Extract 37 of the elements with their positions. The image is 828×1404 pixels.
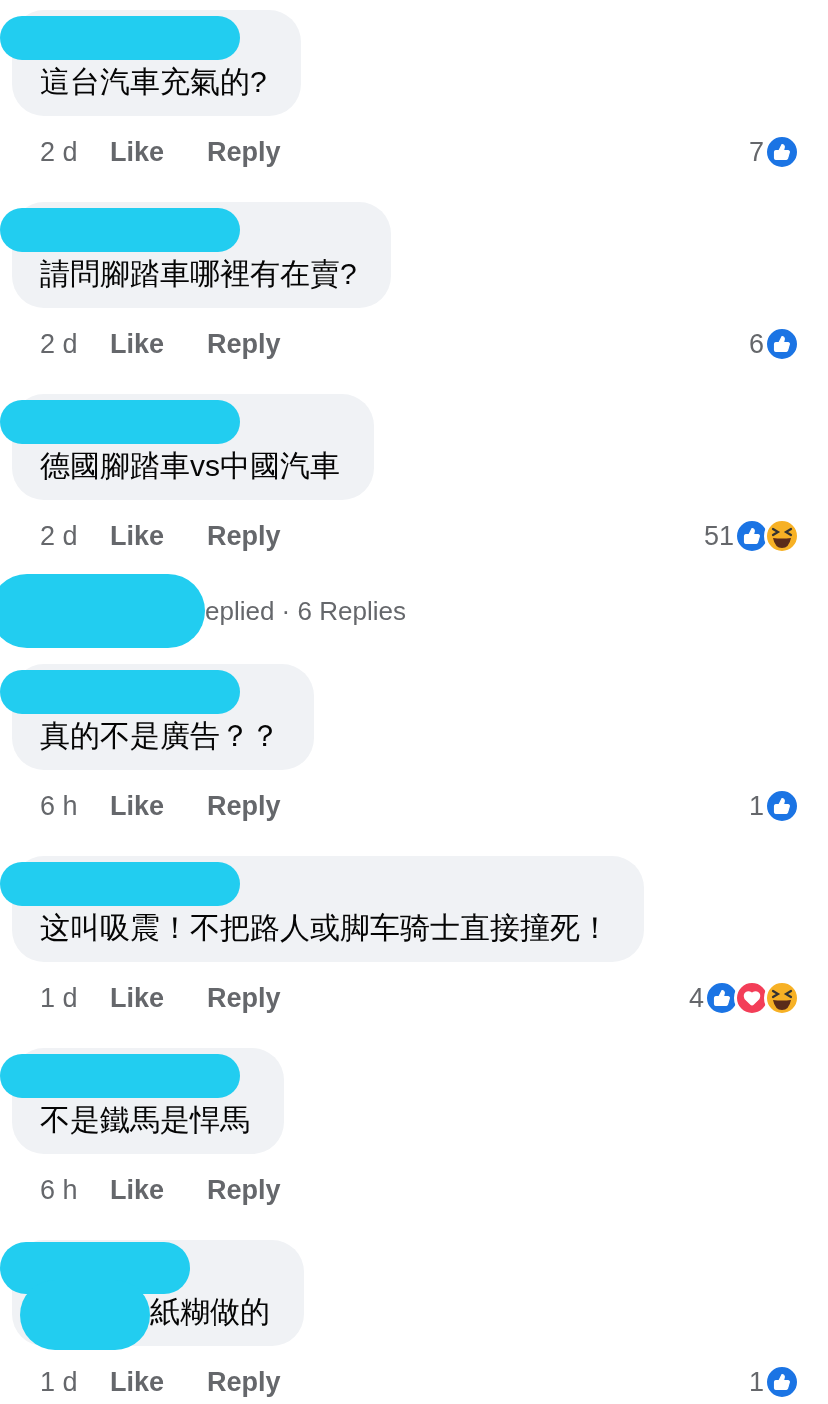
reply-link[interactable]: Reply bbox=[207, 131, 281, 173]
view-replies-link[interactable]: eplied · 6 Replies bbox=[205, 591, 406, 631]
comment-text: 請問腳踏車哪裡有在賣? bbox=[40, 256, 357, 292]
like-link[interactable]: Like bbox=[110, 785, 207, 827]
comment-text: 这叫吸震！不把路人或脚车骑士直接撞死！ bbox=[40, 910, 610, 946]
reply-link[interactable]: Reply bbox=[207, 785, 281, 827]
reply-link[interactable]: Reply bbox=[207, 1361, 281, 1403]
reply-link[interactable]: Reply bbox=[207, 323, 281, 365]
comment-text: 不是鐵馬是悍馬 bbox=[40, 1102, 250, 1138]
comment-time: 2 d bbox=[40, 519, 79, 553]
reaction-count: 4 bbox=[688, 981, 704, 1015]
like-link[interactable]: Like bbox=[110, 977, 207, 1019]
reaction-count: 1 bbox=[748, 789, 764, 823]
reaction-count: 7 bbox=[748, 135, 764, 169]
like-link[interactable]: Like bbox=[110, 131, 207, 173]
reply-link[interactable]: Reply bbox=[207, 977, 281, 1019]
reaction-count: 1 bbox=[748, 1365, 764, 1399]
comment-time: 6 h bbox=[40, 789, 79, 823]
comment-time: 2 d bbox=[40, 327, 79, 361]
comment-text: 紙糊做的 bbox=[149, 1294, 270, 1330]
comment-text: 真的不是廣告？？ bbox=[40, 718, 280, 754]
like-link[interactable]: Like bbox=[110, 1169, 207, 1211]
reply-link[interactable]: Reply bbox=[207, 1169, 281, 1211]
comment-time: 1 d bbox=[40, 1365, 79, 1399]
like-link[interactable]: Like bbox=[110, 1361, 207, 1403]
comment-time: 1 d bbox=[40, 981, 79, 1015]
comment-text: 德國腳踏車vs中國汽車 bbox=[40, 448, 340, 484]
reply-link[interactable]: Reply bbox=[207, 515, 281, 557]
comment-text: 這台汽車充氣的? bbox=[40, 64, 267, 100]
comment-time: 6 h bbox=[40, 1173, 79, 1207]
laughing-reaction-icon bbox=[764, 980, 800, 1016]
reaction-count: 6 bbox=[748, 327, 764, 361]
laughing-reaction-icon bbox=[764, 518, 800, 554]
like-link[interactable]: Like bbox=[110, 515, 207, 557]
like-link[interactable]: Like bbox=[110, 323, 207, 365]
reaction-count: 51 bbox=[703, 519, 734, 553]
comment-time: 2 d bbox=[40, 135, 79, 169]
